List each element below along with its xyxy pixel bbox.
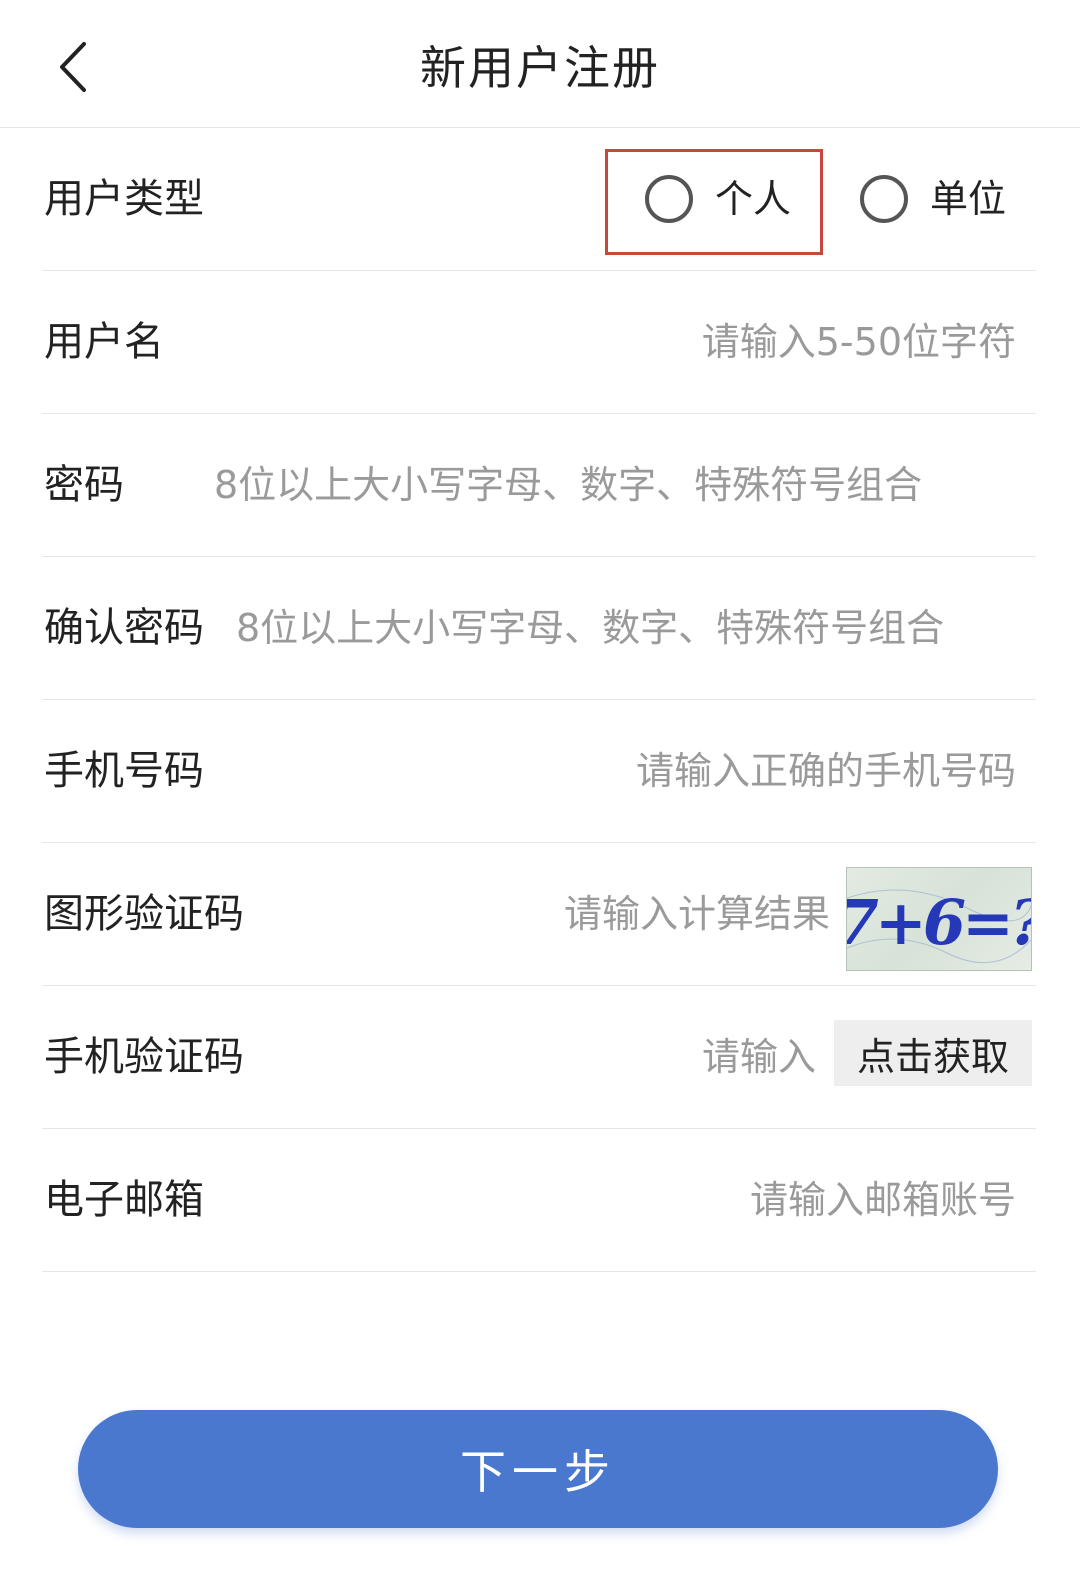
phone-input[interactable] [262,741,1016,801]
radio-personal-label: 个人 [715,177,792,221]
email-input[interactable] [262,1170,1016,1230]
get-sms-code-button[interactable]: 点击获取 [834,1020,1032,1086]
user-type-label: 用户类型 [44,176,204,222]
header: 新用户注册 [0,0,1080,128]
email-label: 电子邮箱 [44,1177,204,1223]
sms-code-input[interactable] [302,1027,816,1087]
radio-organization[interactable]: 单位 [860,175,1006,223]
next-step-button[interactable]: 下一步 [78,1410,998,1528]
sms-code-label: 手机验证码 [44,1034,244,1080]
user-type-row: 用户类型 个人 单位 [42,128,1036,271]
sms-code-row: 手机验证码 点击获取 [42,986,1036,1129]
phone-label: 手机号码 [44,748,204,794]
radio-circle-icon [860,175,908,223]
username-label: 用户名 [44,319,164,365]
captcha-text: 7+6=? [847,886,1032,959]
password-row: 密码 [42,414,1036,557]
captcha-image[interactable]: 7+6=? [846,867,1032,971]
confirm-password-row: 确认密码 [42,557,1036,700]
password-label: 密码 [44,462,124,508]
captcha-row: 图形验证码 7+6=? [42,843,1036,986]
page-title: 新用户注册 [420,41,660,95]
confirm-password-label: 确认密码 [44,605,204,651]
email-row: 电子邮箱 [42,1129,1036,1272]
username-input[interactable] [242,312,1016,372]
registration-page: 新用户注册 用户类型 个人 单位 用户名 密码 确认密码 手机号码 图形验证码 [0,0,1080,1576]
captcha-label: 图形验证码 [44,891,244,937]
radio-organization-label: 单位 [930,177,1007,221]
username-row: 用户名 [42,271,1036,414]
password-input[interactable] [214,455,1016,515]
radio-circle-icon [645,175,693,223]
phone-row: 手机号码 [42,700,1036,843]
confirm-password-input[interactable] [236,598,1016,658]
radio-personal[interactable]: 个人 [645,175,791,223]
captcha-input[interactable] [302,884,830,944]
